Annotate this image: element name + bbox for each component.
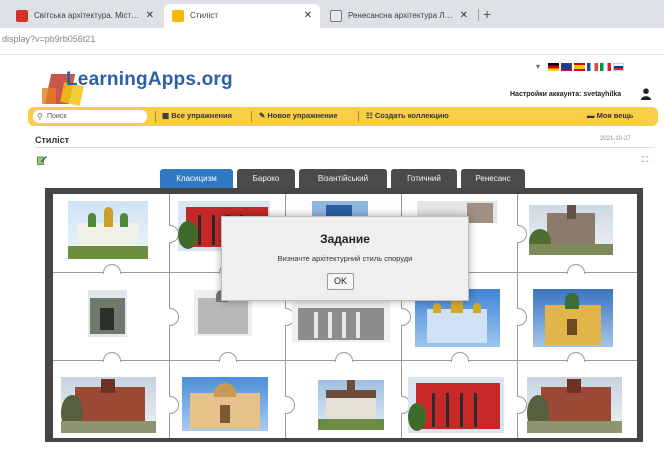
edit-copy-icon[interactable] — [37, 155, 47, 165]
toolbar-label: Создать коллекцию — [374, 111, 449, 120]
puzzle-photo-card[interactable] — [68, 201, 148, 259]
puzzle-photo-card[interactable] — [292, 300, 390, 342]
flag-ru-icon[interactable] — [613, 63, 624, 71]
user-icon[interactable] — [641, 88, 651, 100]
tab-classicism[interactable]: Класицизм — [160, 169, 233, 189]
browser-tab-3[interactable]: Ренесансна архітектура Львов ✕ — [322, 4, 476, 28]
puzzle-photo-card[interactable] — [408, 377, 504, 433]
tab-gothic[interactable]: Готичний — [391, 169, 457, 189]
all-exercises-button[interactable]: ▦ Все упражнения — [162, 111, 232, 120]
task-dialog: Задание Визначте архітектурний стиль спо… — [221, 216, 469, 301]
site-logo[interactable]: LearningApps.org — [36, 62, 236, 112]
puzzle-photo-card[interactable] — [318, 380, 384, 430]
puzzle-photo-card[interactable] — [88, 290, 127, 337]
grid-icon: ▦ — [162, 111, 170, 120]
browser-tab-title: Стиліст — [190, 11, 219, 20]
puzzle-photo-card[interactable] — [61, 377, 156, 433]
logo-text: LearningApps.org — [66, 69, 233, 90]
page-date: 2021-10-27 — [600, 136, 631, 142]
create-collection-button[interactable]: ☷ Создать коллекцию — [366, 111, 449, 120]
page-title: Стиліст — [35, 135, 70, 145]
flag-it-icon[interactable] — [600, 63, 611, 71]
address-text: display?v=pb9rb056t21 — [2, 34, 96, 44]
my-things-button[interactable]: ▬ Моя вещь — [587, 111, 633, 120]
favicon-icon — [330, 10, 342, 22]
flag-de-icon[interactable] — [548, 63, 559, 71]
puzzle-photo-card[interactable] — [533, 289, 613, 347]
close-icon[interactable]: ✕ — [460, 4, 468, 28]
toolbar-divider — [251, 111, 252, 122]
browser-tab-strip: Світська архітектура. Містобуд ✕ Стиліст… — [0, 0, 664, 28]
search-input[interactable]: ⚲ Поиск — [33, 110, 147, 123]
new-tab-button[interactable]: + — [483, 6, 491, 22]
search-placeholder: Поиск — [47, 113, 67, 120]
favicon-icon — [172, 10, 184, 22]
flag-fr-icon[interactable] — [587, 63, 598, 71]
logo-shape — [42, 88, 56, 104]
toolbar-divider — [155, 111, 156, 122]
pencil-icon: ✎ — [259, 111, 266, 120]
puzzle-photo-card[interactable] — [529, 205, 613, 255]
puzzle-photo-card[interactable] — [182, 377, 268, 431]
browser-tab-title: Ренесансна архітектура Львов — [348, 11, 462, 20]
close-icon[interactable]: ✕ — [304, 4, 312, 28]
tab-baroque[interactable]: Бароко — [237, 169, 295, 189]
fullscreen-icon[interactable]: ⛶ — [642, 155, 648, 165]
tab-divider — [478, 9, 479, 21]
dialog-text: Визначте архітектурний стиль споруди — [277, 254, 413, 263]
main-toolbar: ⚲ Поиск ▦ Все упражнения ✎ Новое упражне… — [28, 107, 658, 126]
flag-es-icon[interactable] — [574, 63, 585, 71]
divider — [35, 147, 655, 148]
chevron-down-icon[interactable]: ▾ — [536, 62, 540, 71]
folder-icon: ▬ — [587, 111, 595, 120]
dialog-title: Задание — [320, 232, 370, 246]
tab-renaissance[interactable]: Ренесанс — [461, 169, 525, 189]
search-icon: ⚲ — [37, 112, 43, 121]
toolbar-label: Моя вещь — [596, 111, 634, 120]
favicon-icon — [16, 10, 28, 22]
address-bar[interactable]: display?v=pb9rb056t21 — [0, 28, 664, 55]
close-icon[interactable]: ✕ — [146, 4, 154, 28]
puzzle-photo-card[interactable] — [527, 377, 622, 433]
ok-button[interactable]: OK — [327, 273, 354, 290]
tab-byzantine[interactable]: Візантійський — [299, 169, 387, 189]
browser-tab-1[interactable]: Світська архітектура. Містобуд ✕ — [8, 4, 162, 28]
browser-tab-title: Світська архітектура. Містобуд — [34, 11, 149, 20]
browser-tab-2[interactable]: Стиліст ✕ — [164, 4, 320, 28]
toolbar-label: Новое упражнение — [267, 111, 338, 120]
account-settings-link[interactable]: Настройки аккаунта: svetayhilka — [510, 91, 621, 98]
toolbar-label: Все упражнения — [171, 111, 233, 120]
collection-icon: ☷ — [366, 111, 373, 120]
toolbar-divider — [358, 111, 359, 122]
flag-gb-icon[interactable] — [561, 63, 572, 71]
new-exercise-button[interactable]: ✎ Новое упражнение — [259, 111, 338, 120]
